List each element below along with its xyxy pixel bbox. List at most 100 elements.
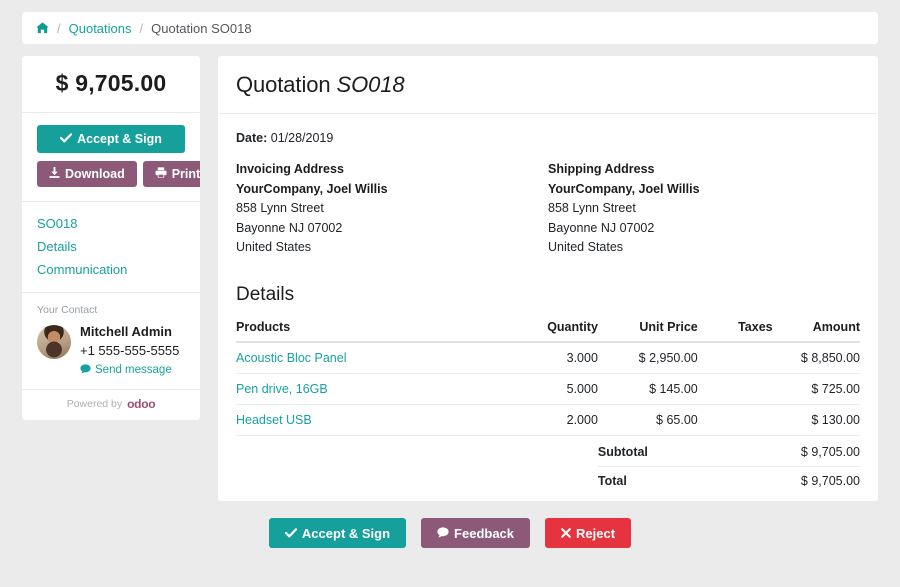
breadcrumb: / Quotations / Quotation SO018 bbox=[22, 12, 878, 44]
row-unit-price: $ 65.00 bbox=[597, 404, 698, 436]
breadcrumb-separator-2: / bbox=[139, 20, 144, 36]
contact-phone: +1 555-555-5555 bbox=[80, 342, 180, 358]
product-link[interactable]: Headset USB bbox=[236, 413, 312, 427]
odoo-logo: odoo bbox=[127, 397, 156, 412]
breadcrumb-current: Quotation SO018 bbox=[151, 20, 252, 36]
addresses: Invoicing Address YourCompany, Joel Will… bbox=[236, 162, 860, 258]
row-taxes bbox=[697, 373, 773, 405]
table-header-row: Products Quantity Unit Price Taxes Amoun… bbox=[236, 313, 860, 343]
download-button[interactable]: Download bbox=[37, 161, 137, 187]
invoicing-address: Invoicing Address YourCompany, Joel Will… bbox=[236, 162, 548, 258]
product-link[interactable]: Acoustic Bloc Panel bbox=[236, 351, 346, 365]
row-quantity: 2.000 bbox=[498, 404, 598, 436]
subtotal-label: Subtotal bbox=[597, 437, 773, 467]
header-amount: Amount bbox=[772, 313, 860, 343]
total-value: $ 9,705.00 bbox=[800, 473, 860, 488]
quotation-body: Date: 01/28/2019 Invoicing Address YourC… bbox=[218, 114, 878, 501]
details-table-body: Acoustic Bloc Panel 3.000 $ 2,950.00 $ 8… bbox=[236, 341, 860, 436]
shipping-country: United States bbox=[548, 240, 624, 255]
footer-accept-label: Accept & Sign bbox=[301, 525, 391, 541]
row-amount: $ 725.00 bbox=[772, 373, 860, 405]
row-product-cell: Headset USB bbox=[236, 404, 499, 436]
comment-icon bbox=[437, 526, 449, 540]
shipping-city: Bayonne NJ 07002 bbox=[548, 220, 655, 235]
footer-accept-and-sign-button[interactable]: Accept & Sign bbox=[268, 518, 407, 548]
row-product-cell: Pen drive, 16GB bbox=[236, 373, 499, 405]
details-heading: Details bbox=[236, 283, 295, 305]
shipping-address: Shipping Address YourCompany, Joel Willi… bbox=[548, 162, 860, 258]
contact-name: Mitchell Admin bbox=[80, 324, 172, 339]
shipping-street: 858 Lynn Street bbox=[548, 201, 636, 216]
accept-and-sign-button[interactable]: Accept & Sign bbox=[37, 125, 185, 153]
row-product-cell: Acoustic Bloc Panel bbox=[236, 341, 499, 374]
invoicing-city: Bayonne NJ 07002 bbox=[236, 220, 343, 235]
footer-actions: Accept & Sign Feedback Reject bbox=[0, 518, 900, 548]
amount-summary: $ 9,705.00 bbox=[22, 56, 200, 113]
subtotal-value: $ 9,705.00 bbox=[772, 437, 860, 467]
total-label: Total bbox=[597, 473, 627, 488]
row-amount: $ 8,850.00 bbox=[772, 341, 860, 374]
sidebar-item-communication[interactable]: Communication bbox=[37, 260, 185, 279]
subtotal-row: Subtotal $ 9,705.00 bbox=[236, 437, 860, 467]
home-icon[interactable] bbox=[36, 22, 49, 34]
reject-button[interactable]: Reject bbox=[545, 518, 632, 548]
header-taxes: Taxes bbox=[697, 313, 773, 343]
row-unit-price: $ 145.00 bbox=[597, 373, 698, 405]
feedback-button[interactable]: Feedback bbox=[421, 518, 531, 548]
quotation-header: Quotation SO018 bbox=[218, 56, 878, 114]
row-unit-price: $ 2,950.00 bbox=[597, 341, 698, 374]
check-icon bbox=[284, 527, 298, 540]
page-title-prefix: Quotation bbox=[236, 72, 331, 97]
printer-icon bbox=[155, 167, 167, 181]
powered-by-text: Powered by bbox=[66, 398, 123, 411]
row-quantity: 3.000 bbox=[498, 341, 598, 374]
sidebar: $ 9,705.00 Accept & Sign Download Print … bbox=[22, 56, 200, 421]
shipping-company: YourCompany, Joel Willis bbox=[548, 182, 700, 196]
reject-label: Reject bbox=[576, 525, 616, 541]
row-amount: $ 130.00 bbox=[772, 404, 860, 436]
download-label: Download bbox=[65, 166, 125, 181]
send-message-link[interactable]: Send message bbox=[80, 364, 172, 378]
invoicing-street: 858 Lynn Street bbox=[236, 201, 324, 216]
totals-spacer bbox=[236, 438, 598, 467]
invoicing-address-title: Invoicing Address bbox=[236, 162, 344, 176]
details-table-head: Products Quantity Unit Price Taxes Amoun… bbox=[236, 313, 860, 343]
download-icon bbox=[49, 167, 60, 181]
table-row: Headset USB 2.000 $ 65.00 $ 130.00 bbox=[236, 404, 860, 436]
print-label: Print bbox=[171, 166, 200, 181]
powered-by: Powered by odoo bbox=[22, 390, 200, 420]
sidebar-item-details[interactable]: Details bbox=[37, 237, 185, 256]
date-label: Date: bbox=[236, 131, 268, 145]
header-quantity: Quantity bbox=[498, 313, 598, 343]
accept-and-sign-label: Accept & Sign bbox=[77, 131, 162, 146]
totals-table: Subtotal $ 9,705.00 Total $ 9,705.00 bbox=[236, 437, 860, 495]
date-value: 01/28/2019 bbox=[270, 131, 334, 145]
print-button[interactable]: Print bbox=[142, 161, 200, 187]
check-icon bbox=[60, 133, 73, 146]
invoicing-country: United States bbox=[236, 240, 312, 255]
table-row: Pen drive, 16GB 5.000 $ 145.00 $ 725.00 bbox=[236, 373, 860, 405]
row-quantity: 5.000 bbox=[498, 373, 598, 405]
amount-total: $ 9,705.00 bbox=[55, 70, 167, 96]
contact-section-label: Your Contact bbox=[37, 304, 98, 316]
quotation-card: Quotation SO018 Date: 01/28/2019 Invoici… bbox=[218, 56, 878, 501]
details-table: Products Quantity Unit Price Taxes Amoun… bbox=[236, 313, 860, 436]
total-row: Total $ 9,705.00 bbox=[236, 466, 860, 495]
contact-card: Your Contact Mitchell Admin +1 555-555-5… bbox=[22, 293, 200, 391]
invoicing-company: YourCompany, Joel Willis bbox=[236, 182, 388, 196]
sidebar-secondary-actions: Download Print bbox=[37, 161, 200, 187]
table-row: Acoustic Bloc Panel 3.000 $ 2,950.00 $ 8… bbox=[236, 341, 860, 374]
sidebar-item-so018[interactable]: SO018 bbox=[37, 214, 185, 233]
row-taxes bbox=[697, 341, 773, 374]
times-icon bbox=[561, 527, 571, 540]
page-layout: $ 9,705.00 Accept & Sign Download Print … bbox=[22, 56, 878, 501]
product-link[interactable]: Pen drive, 16GB bbox=[236, 382, 328, 396]
shipping-address-title: Shipping Address bbox=[548, 162, 655, 176]
comment-icon bbox=[80, 364, 91, 378]
row-taxes bbox=[697, 404, 773, 436]
contact-info: Mitchell Admin +1 555-555-5555 Send mess… bbox=[80, 323, 179, 377]
contact-row: Mitchell Admin +1 555-555-5555 Send mess… bbox=[37, 323, 185, 377]
send-message-label: Send message bbox=[95, 364, 172, 377]
breadcrumb-link-quotations[interactable]: Quotations bbox=[69, 21, 132, 36]
page-title: Quotation SO018 bbox=[236, 72, 860, 98]
